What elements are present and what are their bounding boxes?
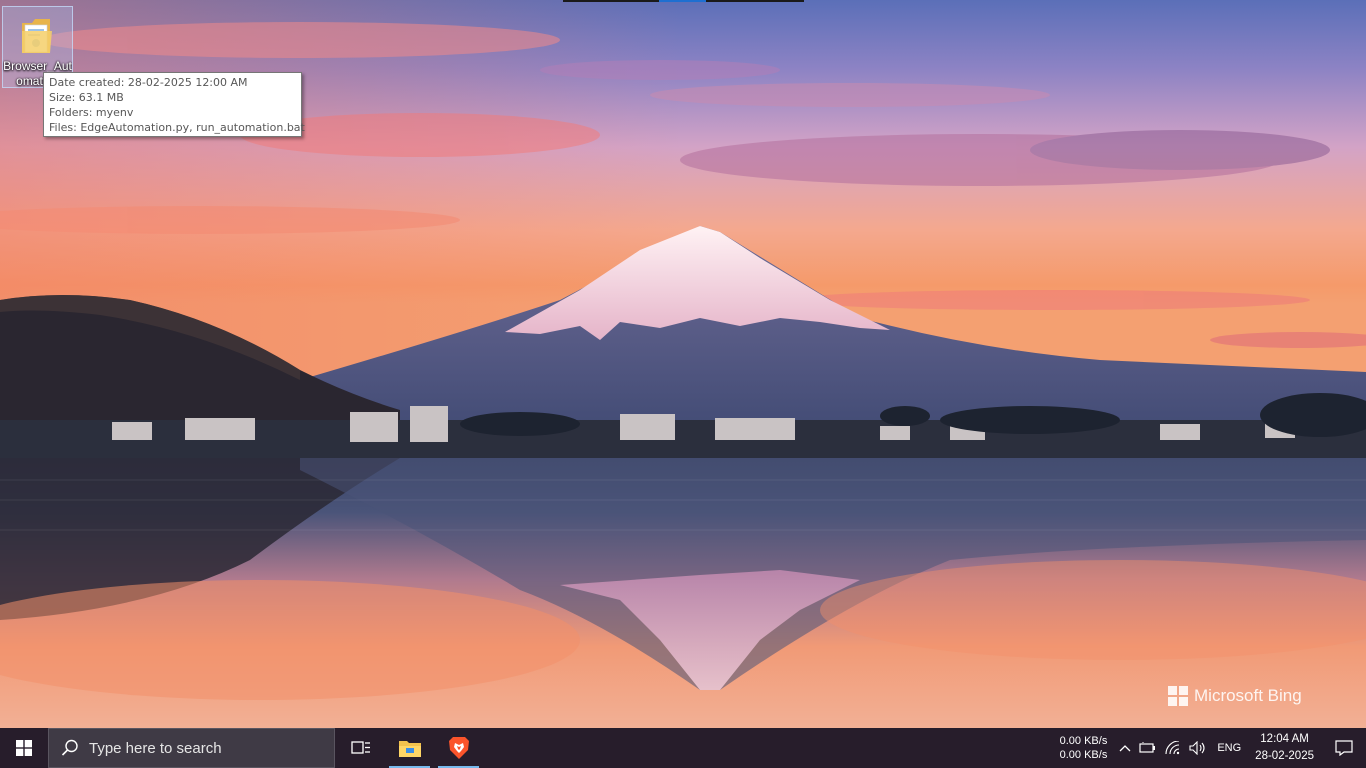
network-speed-down: 0.00 KB/s [1059, 749, 1108, 761]
task-view-button[interactable] [336, 728, 385, 768]
folder-icon [22, 19, 52, 53]
watermark-text: Microsoft Bing [1194, 686, 1302, 705]
clock-date: 28-02-2025 [1255, 750, 1314, 762]
action-center-button[interactable] [1322, 728, 1366, 768]
file-explorer-icon [398, 741, 421, 757]
chevron-up-icon [1119, 745, 1131, 752]
notification-icon [1335, 740, 1353, 756]
search-icon [61, 739, 78, 756]
network-speed-meter: 0.00 KB/s 0.00 KB/s [1060, 734, 1108, 762]
tooltip-folders: Folders: myenv [49, 106, 134, 119]
folder-tooltip: Date created: 28-02-2025 12:00 AM Size: … [43, 72, 305, 137]
bing-watermark: Microsoft Bing [1168, 686, 1302, 706]
clock-time: 12:04 AM [1260, 733, 1309, 745]
show-hidden-icons-button[interactable] [1115, 728, 1135, 768]
top-edge-strip [563, 0, 804, 2]
brave-browser-button[interactable] [434, 728, 483, 768]
microsoft-logo-icon [1168, 686, 1188, 706]
wifi-icon [1165, 741, 1180, 755]
taskbar-search-box[interactable]: Type here to search [48, 728, 335, 768]
volume-tray-button[interactable] [1185, 728, 1211, 768]
input-language-indicator[interactable]: ENG [1211, 742, 1247, 754]
brave-browser-icon [448, 737, 469, 759]
battery-tray-button[interactable] [1135, 728, 1161, 768]
start-button[interactable] [0, 728, 48, 768]
taskbar-clock[interactable]: 12:04 AM 28-02-2025 [1247, 731, 1322, 765]
search-placeholder: Type here to search [89, 739, 222, 757]
tooltip-date-created: Date created: 28-02-2025 12:00 AM [49, 76, 248, 89]
task-view-icon [350, 741, 370, 754]
tooltip-size: Size: 63.1 MB [49, 91, 124, 104]
taskbar: Type here to search 0.00 KB/s 0.00 KB/s [0, 728, 1366, 768]
volume-icon [1189, 741, 1205, 755]
tooltip-files: Files: EdgeAutomation.py, run_automation… [49, 121, 305, 134]
battery-icon [1139, 742, 1156, 753]
network-speed-up: 0.00 KB/s [1059, 735, 1108, 747]
file-explorer-button[interactable] [385, 728, 434, 768]
wifi-tray-button[interactable] [1161, 728, 1185, 768]
windows-logo-icon [16, 740, 32, 756]
